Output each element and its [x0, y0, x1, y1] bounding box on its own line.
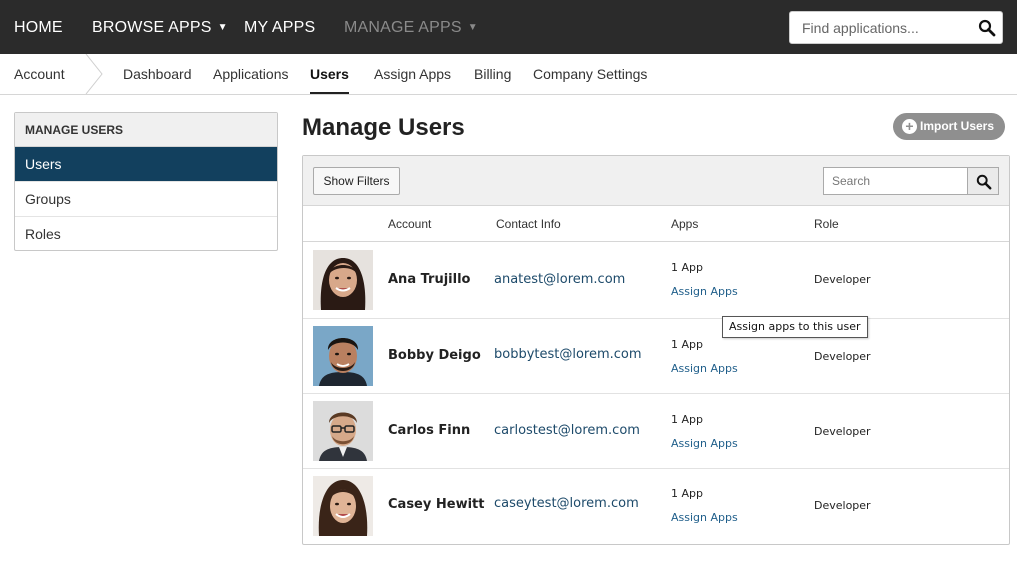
- page-title: Manage Users: [302, 114, 465, 141]
- import-users-button[interactable]: + Import Users: [893, 113, 1005, 140]
- search-icon: [976, 174, 992, 190]
- table-header: Account Contact Info Apps Role: [303, 206, 1009, 242]
- search-icon[interactable]: [978, 19, 996, 37]
- avatar: [313, 476, 373, 536]
- apps-count: 1 App: [671, 413, 703, 426]
- user-email[interactable]: carlostest@lorem.com: [494, 423, 640, 438]
- find-applications-input[interactable]: [790, 12, 970, 43]
- apps-count: 1 App: [671, 338, 703, 351]
- user-name[interactable]: Carlos Finn: [388, 423, 470, 438]
- user-role: Developer: [814, 425, 871, 438]
- caret-down-icon: ▼: [217, 22, 228, 33]
- avatar: [313, 326, 373, 386]
- assign-apps-link[interactable]: Assign Apps: [671, 362, 738, 375]
- table-row: Casey Hewitt caseytest@lorem.com 1 App A…: [303, 469, 1009, 544]
- assign-apps-link[interactable]: Assign Apps: [671, 437, 738, 450]
- caret-down-icon: ▼: [467, 22, 478, 33]
- column-header-contact-info[interactable]: Contact Info: [496, 206, 561, 242]
- tab-assign-apps[interactable]: Assign Apps: [374, 54, 451, 94]
- find-applications-box: [789, 11, 1003, 44]
- tab-company-settings[interactable]: Company Settings: [533, 54, 647, 94]
- breadcrumb-chevron-icon: [85, 54, 103, 94]
- users-table-panel: Show Filters Account Contact Info Apps R…: [302, 155, 1010, 545]
- user-email[interactable]: anatest@lorem.com: [494, 272, 625, 287]
- tab-users[interactable]: Users: [310, 54, 349, 94]
- column-header-account[interactable]: Account: [388, 206, 431, 242]
- user-name[interactable]: Casey Hewitt: [388, 497, 484, 512]
- sub-navigation-bar: Account Dashboard Applications Users Ass…: [0, 54, 1017, 95]
- user-role: Developer: [814, 273, 871, 286]
- user-name[interactable]: Ana Trujillo: [388, 272, 470, 287]
- assign-apps-link[interactable]: Assign Apps: [671, 511, 738, 524]
- import-users-label: Import Users: [920, 119, 995, 133]
- sidebar-heading: MANAGE USERS: [15, 113, 277, 147]
- sidebar-item-roles[interactable]: Roles: [15, 217, 277, 252]
- assign-apps-link[interactable]: Assign Apps: [671, 285, 738, 298]
- user-name[interactable]: Bobby Deigo: [388, 348, 481, 363]
- apps-count: 1 App: [671, 487, 703, 500]
- nav-browse-apps-label: BROWSE APPS: [92, 19, 212, 36]
- table-search-input[interactable]: [824, 168, 968, 194]
- table-row: Ana Trujillo anatest@lorem.com 1 App Ass…: [303, 242, 1009, 319]
- show-filters-button[interactable]: Show Filters: [313, 167, 400, 195]
- user-role: Developer: [814, 499, 871, 512]
- tab-applications[interactable]: Applications: [213, 54, 289, 94]
- nav-home[interactable]: HOME: [14, 0, 63, 54]
- table-search-button[interactable]: [967, 167, 999, 195]
- avatar: [313, 250, 373, 310]
- table-row: Bobby Deigo bobbytest@lorem.com 1 App As…: [303, 319, 1009, 394]
- nav-manage-apps[interactable]: MANAGE APPS ▼: [344, 0, 478, 54]
- user-role: Developer: [814, 350, 871, 363]
- manage-users-sidebar: MANAGE USERS Users Groups Roles: [14, 112, 278, 251]
- user-email[interactable]: bobbytest@lorem.com: [494, 347, 642, 362]
- table-toolbar: Show Filters: [303, 156, 1009, 206]
- nav-browse-apps[interactable]: BROWSE APPS ▼: [92, 0, 228, 54]
- plus-icon: +: [902, 119, 917, 134]
- sidebar-item-groups[interactable]: Groups: [15, 182, 277, 217]
- breadcrumb-account[interactable]: Account: [14, 54, 65, 94]
- assign-apps-tooltip: Assign apps to this user: [722, 316, 868, 338]
- tab-billing[interactable]: Billing: [474, 54, 511, 94]
- avatar: [313, 401, 373, 461]
- column-header-role[interactable]: Role: [814, 206, 839, 242]
- apps-count: 1 App: [671, 261, 703, 274]
- table-search-box: [823, 167, 968, 195]
- nav-my-apps[interactable]: MY APPS: [244, 0, 315, 54]
- sidebar-item-users[interactable]: Users: [15, 147, 277, 182]
- tab-dashboard[interactable]: Dashboard: [123, 54, 192, 94]
- user-email[interactable]: caseytest@lorem.com: [494, 496, 639, 511]
- nav-manage-apps-label: MANAGE APPS: [344, 19, 462, 36]
- table-row: Carlos Finn carlostest@lorem.com 1 App A…: [303, 394, 1009, 469]
- top-navigation-bar: HOME BROWSE APPS ▼ MY APPS MANAGE APPS ▼: [0, 0, 1017, 54]
- column-header-apps[interactable]: Apps: [671, 206, 698, 242]
